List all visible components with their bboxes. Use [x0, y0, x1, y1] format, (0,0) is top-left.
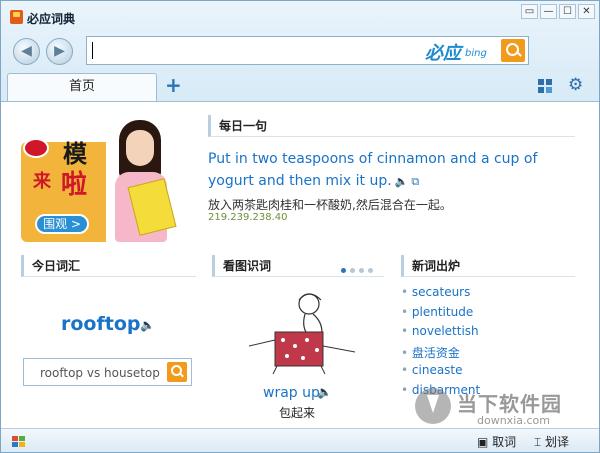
- daily-sentence-text: Put in two teaspoons of cinnamon and a c…: [208, 151, 538, 189]
- promo-text-2: 来: [33, 171, 51, 192]
- maximize-button[interactable]: ☐: [559, 4, 576, 19]
- vocab-heading: 今日词汇: [21, 255, 196, 277]
- vocab-compare-box[interactable]: rooftop vs housetop: [23, 358, 192, 386]
- promo-banner[interactable]: 模 来 啦 围观 >: [21, 116, 181, 244]
- list-item[interactable]: novelettish: [401, 324, 480, 344]
- search-button[interactable]: [501, 39, 525, 62]
- promo-photo: [103, 120, 181, 244]
- speaker-icon[interactable]: 🔈: [395, 171, 409, 193]
- translate-toggle[interactable]: ⌶ 划译: [534, 433, 569, 450]
- carousel-dots[interactable]: [341, 262, 377, 276]
- new-words-list: secateurs plentitude novelettish 盘活资金 ci…: [401, 285, 480, 402]
- watermark-title: 当下软件园: [457, 392, 562, 416]
- wrap-up-illustration: [248, 293, 356, 375]
- speaker-icon[interactable]: 🔈: [140, 318, 155, 332]
- app-logo-icon: [10, 10, 23, 24]
- daily-sentence-number: 219.239.238.40: [208, 212, 288, 223]
- back-button[interactable]: ◀: [13, 38, 40, 65]
- bing-brand-sub: bing: [465, 48, 487, 59]
- carousel-dot[interactable]: [350, 268, 355, 273]
- app-window: 必应词典 ▭ — ☐ ✕ ◀ ▶ 必应 bing 首页 + ⚙ 模 来 啦 围观…: [0, 0, 600, 453]
- bing-brand: 必应: [425, 43, 461, 64]
- arrow-right-icon: ▶: [54, 43, 65, 59]
- promo-text-3: 啦: [61, 170, 88, 200]
- plus-icon[interactable]: +: [165, 74, 182, 96]
- tab-bar: 首页 + ⚙: [1, 71, 599, 101]
- daily-sentence-english[interactable]: Put in two teaspoons of cinnamon and a c…: [208, 148, 578, 193]
- speaker-icon[interactable]: 🔈: [317, 385, 332, 399]
- gear-icon[interactable]: ⚙: [568, 76, 583, 94]
- list-item[interactable]: plentitude: [401, 305, 480, 325]
- download-arrow-icon: [415, 388, 451, 424]
- translate-label: 划译: [545, 435, 570, 449]
- lips-icon: [23, 138, 49, 158]
- select-text-icon: ⌶: [534, 435, 546, 449]
- new-words-heading: 新词出炉: [401, 255, 575, 277]
- list-item[interactable]: secateurs: [401, 285, 480, 305]
- lookup-label: 取词: [492, 435, 517, 449]
- list-item[interactable]: 盘活资金: [401, 344, 480, 364]
- close-button[interactable]: ✕: [578, 4, 595, 19]
- vocab-compare-text: rooftop vs housetop: [40, 366, 160, 380]
- carousel-dot[interactable]: [341, 268, 346, 273]
- watermark-url: downxia.com: [477, 414, 550, 427]
- app-title: 必应词典: [27, 12, 76, 26]
- forward-button[interactable]: ▶: [46, 38, 73, 65]
- vocab-word[interactable]: rooftop: [61, 313, 140, 335]
- title-bar: 必应词典 ▭ — ☐ ✕: [1, 1, 599, 31]
- daily-sentence-chinese: 放入两茶匙肉桂和一杯酸奶,然后混合在一起。: [208, 198, 452, 212]
- picture-word-chinese: 包起来: [279, 406, 316, 420]
- arrow-left-icon: ◀: [21, 43, 32, 59]
- tab-home[interactable]: 首页: [7, 73, 157, 101]
- text-cursor: [92, 42, 93, 59]
- lookup-toggle[interactable]: ▣ 取词: [477, 433, 516, 450]
- vocab-compare-search-button[interactable]: [167, 362, 187, 382]
- search-input[interactable]: 必应 bing: [86, 36, 529, 65]
- window-controls: ▭ — ☐ ✕: [519, 4, 595, 19]
- carousel-dot[interactable]: [359, 268, 364, 273]
- windows-logo-icon[interactable]: [12, 434, 26, 448]
- copy-icon[interactable]: ⧉: [411, 171, 419, 193]
- watermark: 当下软件园 downxia.com: [413, 388, 573, 428]
- grid-icon[interactable]: [538, 79, 553, 94]
- status-bar: ▣ 取词 ⌶ 划译: [1, 428, 599, 452]
- promo-view-button[interactable]: 围观 >: [35, 214, 89, 234]
- carousel-dot[interactable]: [368, 268, 373, 273]
- list-item[interactable]: cineaste: [401, 363, 480, 383]
- chat-icon: ▣: [477, 435, 493, 449]
- mini-mode-button[interactable]: ▭: [521, 4, 538, 19]
- daily-sentence-heading: 每日一句: [208, 115, 575, 137]
- home-page: 模 来 啦 围观 > 每日一句 Put in two teaspoons of …: [1, 101, 599, 428]
- picture-word[interactable]: wrap up: [263, 385, 320, 401]
- minimize-button[interactable]: —: [540, 4, 557, 19]
